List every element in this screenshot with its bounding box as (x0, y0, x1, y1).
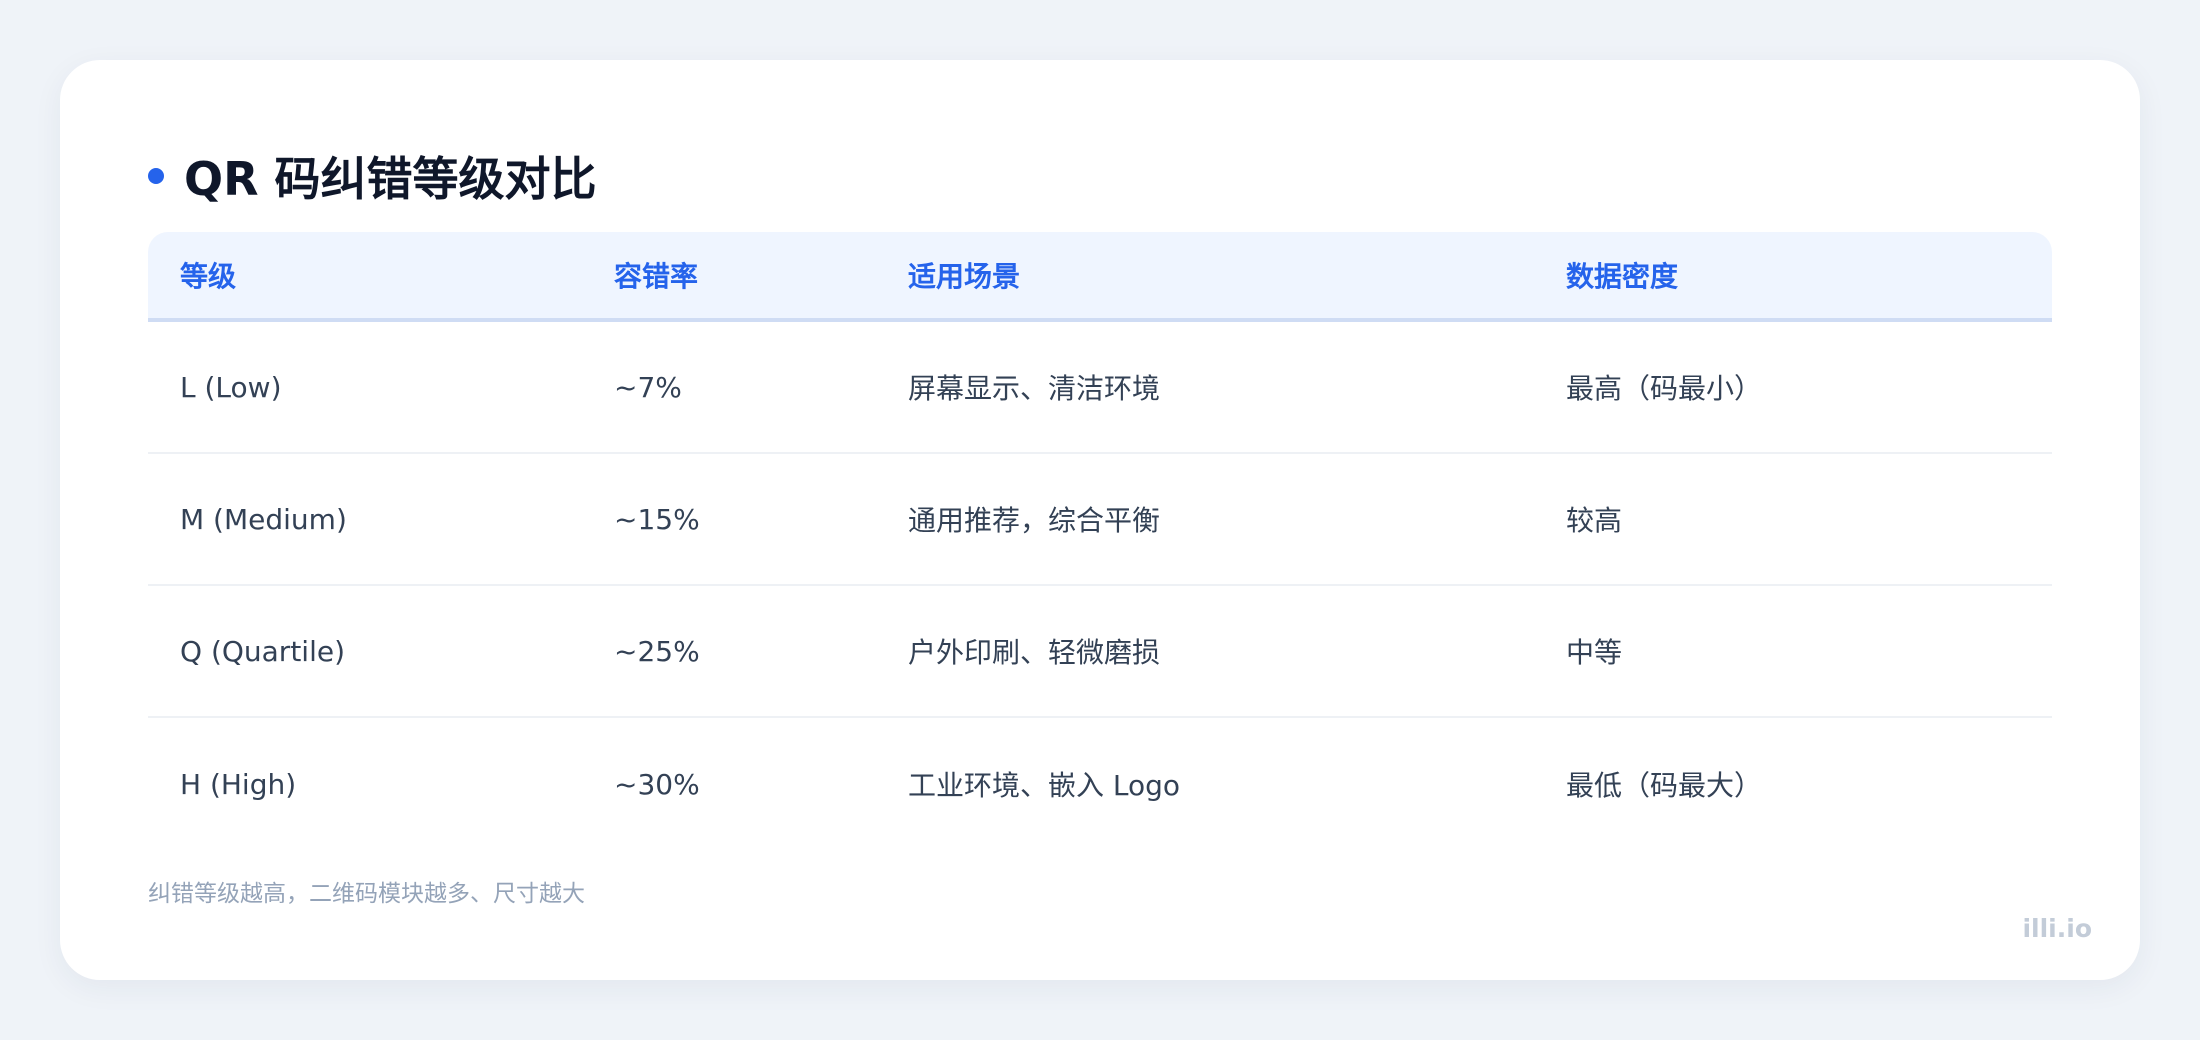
header-scenario: 适用场景 (908, 260, 1021, 293)
cell-tolerance: ~7% (614, 370, 682, 404)
cell-level: H (High) (180, 767, 297, 801)
content-card: QR 码纠错等级对比 等级 容错率 适用场景 数据密度 L (Low) ~7% … (60, 60, 2140, 980)
cell-tolerance: ~15% (614, 502, 700, 536)
page-title: QR 码纠错等级对比 (184, 152, 597, 206)
table-row: Q (Quartile) ~25% 户外印刷、轻微磨损 中等 (148, 586, 2052, 718)
cell-level: L (Low) (180, 370, 282, 404)
cell-scenario: 通用推荐，综合平衡 (908, 504, 1161, 537)
comparison-table: 等级 容错率 适用场景 数据密度 L (Low) ~7% 屏幕显示、清洁环境 最… (148, 232, 2052, 850)
cell-tolerance: ~30% (614, 767, 700, 801)
cell-density: 中等 (1566, 636, 1623, 669)
cell-level: Q (Quartile) (180, 634, 346, 668)
footnote: 纠错等级越高，二维码模块越多、尺寸越大 (148, 881, 585, 907)
table-header: 等级 容错率 适用场景 数据密度 (148, 232, 2052, 322)
cell-density: 较高 (1566, 504, 1623, 537)
table-row: L (Low) ~7% 屏幕显示、清洁环境 最高（码最小） (148, 322, 2052, 454)
header-density: 数据密度 (1566, 260, 1679, 293)
cell-density: 最低（码最大） (1566, 769, 1763, 802)
cell-level: M (Medium) (180, 502, 347, 536)
cell-tolerance: ~25% (614, 634, 700, 668)
header-tolerance: 容错率 (614, 260, 699, 293)
brand-watermark: illi.io (2022, 914, 2092, 943)
cell-scenario: 工业环境、嵌入 Logo (908, 769, 1181, 802)
table-row: H (High) ~30% 工业环境、嵌入 Logo 最低（码最大） (148, 718, 2052, 850)
table-row: M (Medium) ~15% 通用推荐，综合平衡 较高 (148, 454, 2052, 586)
title-row: QR 码纠错等级对比 (148, 136, 597, 216)
cell-scenario: 屏幕显示、清洁环境 (908, 372, 1161, 405)
cell-scenario: 户外印刷、轻微磨损 (908, 636, 1161, 669)
header-level: 等级 (180, 260, 237, 293)
bullet-dot-icon (148, 168, 164, 184)
cell-density: 最高（码最小） (1566, 372, 1763, 405)
